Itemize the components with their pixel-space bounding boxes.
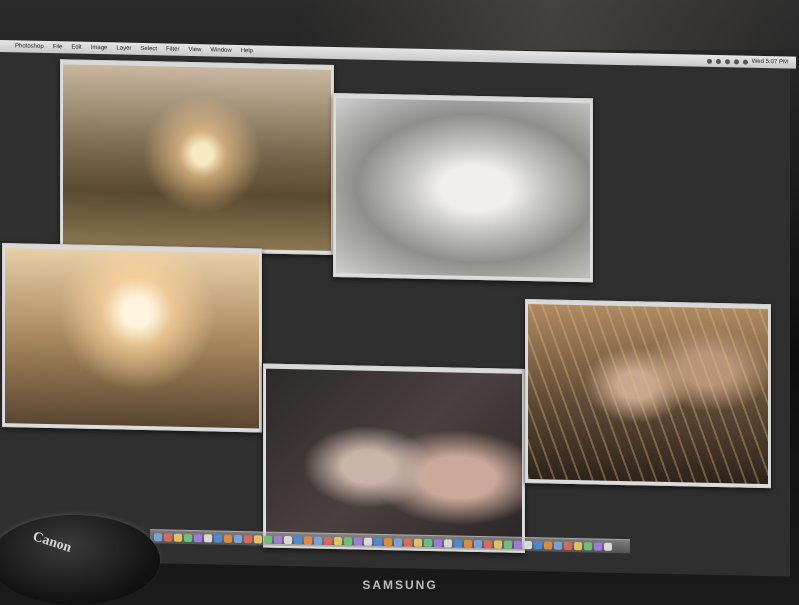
photo-window-girl-bw[interactable]	[333, 92, 593, 283]
dock-app-icon[interactable]	[324, 536, 332, 545]
dock-app-icon[interactable]	[464, 539, 472, 548]
dock-app-icon[interactable]	[594, 541, 602, 551]
menu-item-view[interactable]: View	[188, 47, 201, 53]
dock-app-icon[interactable]	[204, 533, 212, 542]
dock-app-icon[interactable]	[574, 541, 582, 550]
desktop-screen: Photoshop File Edit Image Layer Select F…	[0, 40, 796, 577]
wifi-icon[interactable]	[733, 58, 739, 64]
dock-app-icon[interactable]	[384, 537, 392, 546]
dock-app-icon[interactable]	[434, 538, 442, 547]
dock-app-icon[interactable]	[414, 538, 422, 547]
dock-app-icon[interactable]	[304, 535, 312, 545]
photo-image	[266, 368, 522, 549]
dock-app-icon[interactable]	[504, 540, 512, 549]
menu-clock[interactable]: Wed 5:07 PM	[752, 59, 788, 66]
photo-window-couple-sunset-1[interactable]	[60, 59, 334, 255]
dock-app-icon[interactable]	[554, 541, 562, 550]
menu-item-help[interactable]: Help	[241, 48, 253, 54]
dock-app-icon[interactable]	[454, 539, 462, 548]
photo-image	[5, 248, 259, 429]
dock-app-icon[interactable]	[514, 540, 522, 549]
dock-app-icon[interactable]	[294, 535, 302, 544]
menu-item-filter[interactable]: Filter	[166, 46, 179, 52]
menu-extras: Wed 5:07 PM	[706, 58, 796, 66]
menu-item-layer[interactable]: Layer	[116, 45, 131, 51]
dock-app-icon[interactable]	[284, 535, 292, 544]
status-icon[interactable]	[715, 58, 721, 64]
menu-item-edit[interactable]: Edit	[71, 44, 81, 50]
dock-app-icon[interactable]	[604, 542, 612, 551]
dock-app-icon[interactable]	[534, 540, 542, 549]
dock-app-icon[interactable]	[374, 537, 382, 546]
dock-app-icon[interactable]	[244, 534, 252, 543]
dock-app-icon[interactable]	[174, 533, 182, 542]
dock-app-icon[interactable]	[584, 541, 592, 550]
dock-app-icon[interactable]	[494, 539, 502, 549]
dock-app-icon[interactable]	[154, 532, 162, 541]
dock-app-icon[interactable]	[334, 536, 342, 545]
dock-app-icon[interactable]	[224, 534, 232, 543]
dock-app-icon[interactable]	[544, 540, 552, 550]
dock-app-icon[interactable]	[254, 534, 262, 543]
menu-item-window[interactable]: Window	[210, 47, 231, 53]
lens-cap-logo: Canon	[30, 529, 74, 556]
photo-window-couple-grass[interactable]	[525, 298, 771, 489]
dock-app-icon[interactable]	[344, 536, 352, 545]
dock-app-icon[interactable]	[184, 533, 192, 542]
dock-app-icon[interactable]	[364, 537, 372, 546]
dock-app-icon[interactable]	[314, 536, 322, 545]
dock-app-icon[interactable]	[274, 535, 282, 544]
dock-app-icon[interactable]	[194, 533, 202, 542]
dock-app-icon[interactable]	[404, 537, 412, 547]
dock-app-icon[interactable]	[564, 541, 572, 550]
dock-app-icon[interactable]	[484, 539, 492, 548]
dock-app-icon[interactable]	[474, 539, 482, 548]
status-icon[interactable]	[706, 58, 712, 64]
dock-app-icon[interactable]	[264, 535, 272, 544]
menu-item-file[interactable]: File	[53, 44, 63, 50]
monitor-brand-label: SAMSUNG	[362, 578, 438, 592]
dock-app-icon[interactable]	[164, 532, 172, 542]
photo-image	[63, 64, 331, 251]
status-icon[interactable]	[724, 58, 730, 64]
screen-reflection	[300, 0, 799, 50]
dock-app-icon[interactable]	[444, 538, 452, 547]
menu-item-image[interactable]: Image	[91, 45, 108, 51]
menu-item-select[interactable]: Select	[140, 46, 157, 52]
dock-app-icon[interactable]	[234, 534, 242, 543]
photo-image	[528, 304, 768, 485]
dock-app-icon[interactable]	[394, 537, 402, 546]
dock-app-icon[interactable]	[424, 538, 432, 547]
volume-icon[interactable]	[742, 59, 748, 65]
dock-app-icon[interactable]	[214, 533, 222, 543]
dock-app-icon[interactable]	[354, 536, 362, 546]
menu-item-photoshop[interactable]: Photoshop	[15, 43, 44, 50]
photo-window-couple-closeup[interactable]	[263, 363, 525, 553]
photo-image	[336, 98, 590, 279]
photo-window-couple-sunset-2[interactable]	[2, 243, 262, 433]
dock-app-icon[interactable]	[524, 540, 532, 549]
